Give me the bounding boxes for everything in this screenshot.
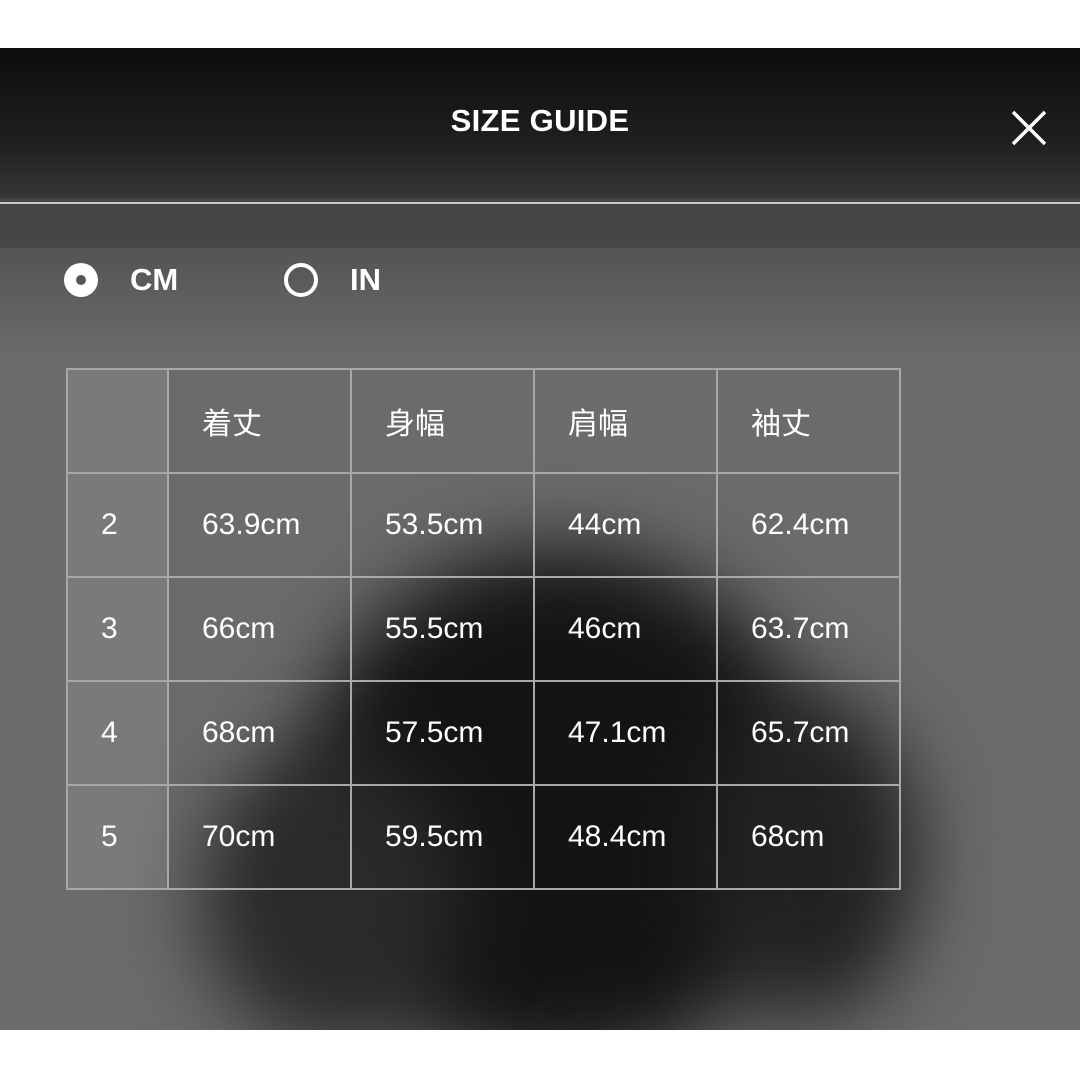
modal-header: SIZE GUIDE [0,48,1080,202]
table-header-cell: 着丈 [167,368,352,474]
unit-label-in: IN [350,262,381,297]
table-row: 3 66cm 55.5cm 46cm 63.7cm [66,576,901,682]
table-cell: 66cm [167,576,352,682]
size-cell: 4 [66,680,169,786]
close-icon [1011,110,1047,146]
size-guide-modal: SIZE GUIDE CM IN 着丈 身幅 肩幅 袖丈 2 63.9cm 53… [0,48,1080,1030]
table-cell: 46cm [533,576,718,682]
table-cell: 44cm [533,472,718,578]
table-header-cell: 肩幅 [533,368,718,474]
modal-title: SIZE GUIDE [450,103,630,138]
size-cell: 5 [66,784,169,890]
unit-label-cm: CM [130,262,179,297]
table-cell: 47.1cm [533,680,718,786]
table-cell: 68cm [716,784,901,890]
table-cell: 70cm [167,784,352,890]
table-header-row: 着丈 身幅 肩幅 袖丈 [66,368,901,474]
table-row: 4 68cm 57.5cm 47.1cm 65.7cm [66,680,901,786]
size-cell: 2 [66,472,169,578]
close-button[interactable] [1005,104,1053,152]
header-divider [0,202,1080,204]
table-cell: 63.7cm [716,576,901,682]
table-cell: 55.5cm [350,576,535,682]
table-cell: 65.7cm [716,680,901,786]
table-header-cell: 袖丈 [716,368,901,474]
radio-selected-icon[interactable] [64,263,98,297]
table-row: 2 63.9cm 53.5cm 44cm 62.4cm [66,472,901,578]
size-cell: 3 [66,576,169,682]
table-cell: 63.9cm [167,472,352,578]
table-row: 5 70cm 59.5cm 48.4cm 68cm [66,784,901,890]
table-header-cell: 身幅 [350,368,535,474]
unit-option-cm[interactable]: CM [64,260,178,300]
table-cell: 53.5cm [350,472,535,578]
table-cell: 59.5cm [350,784,535,890]
size-table: 着丈 身幅 肩幅 袖丈 2 63.9cm 53.5cm 44cm 62.4cm … [66,368,901,890]
radio-unselected-icon[interactable] [284,263,318,297]
table-header-cell [66,368,169,474]
table-cell: 57.5cm [350,680,535,786]
unit-option-in[interactable]: IN [284,260,381,300]
table-cell: 68cm [167,680,352,786]
table-cell: 62.4cm [716,472,901,578]
table-cell: 48.4cm [533,784,718,890]
